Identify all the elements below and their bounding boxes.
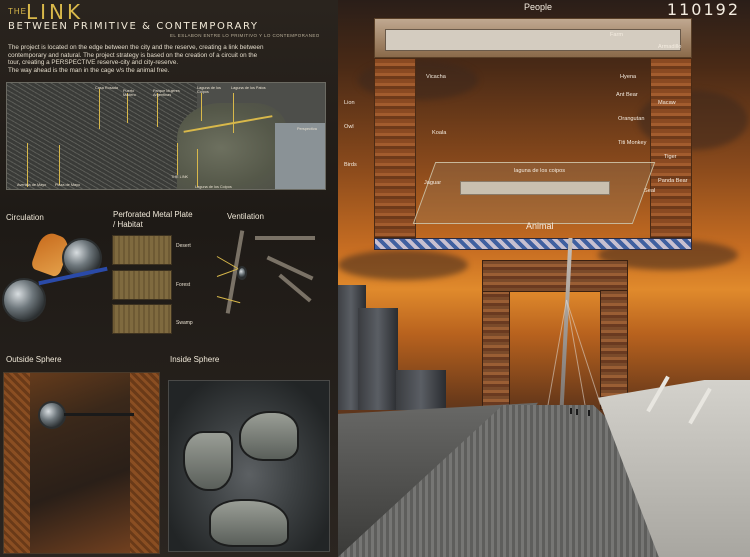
inside-sphere-render [168, 380, 330, 552]
sphere-window [239, 411, 299, 461]
map-leader [127, 93, 128, 123]
ventilation-title: Ventilation [227, 212, 264, 221]
city-grid [7, 83, 197, 189]
map-leader [27, 143, 28, 187]
outside-sphere-render [3, 372, 160, 554]
map-leader [201, 93, 202, 121]
cross-section: Vicacha Lion Owl Koala Birds Jaguar Farm… [344, 18, 692, 250]
title-the: THE [8, 7, 27, 16]
description-line: The way ahead is the man in the cage v/s… [8, 66, 170, 74]
sphere-icon [237, 266, 247, 280]
title-spanish: EL ESLABON ENTRE LO PRIMITIVO Y LO CONTE… [170, 33, 320, 38]
plate-forest [112, 270, 172, 300]
arch-top-beam [482, 260, 628, 292]
project-description: The project is located on the edge betwe… [8, 44, 333, 74]
animal-label: Armadillo [658, 44, 682, 50]
map-leader [197, 149, 198, 187]
map-leader [157, 93, 158, 127]
description-line: tour, creating a PERSPECTIVE reserve-cit… [8, 59, 179, 67]
plate-desert [112, 235, 172, 265]
animal-label: Farm [610, 32, 624, 38]
animal-label: Jaguar [424, 180, 442, 186]
sphere-icon [38, 401, 66, 429]
vent-slope [266, 255, 314, 281]
animal-label: Orangutan [618, 116, 645, 122]
pedestrian [576, 409, 578, 415]
animal-label: Tiger [664, 154, 677, 160]
map-label: Avenida de Mayo [17, 183, 47, 187]
map-leader [177, 143, 178, 175]
habitat-title: / Habitat [113, 220, 143, 229]
lagoon-label: laguna de los coipos [514, 168, 566, 174]
animal-label: Macaw [658, 100, 676, 106]
inside-sphere-title: Inside Sphere [170, 355, 220, 364]
plate-label-swamp: Swamp [176, 320, 193, 326]
map-label: Plaza de Mayo [55, 183, 81, 187]
rust-panel [4, 373, 30, 553]
animal-label: Ant Bear [616, 92, 638, 98]
map-label: Laguna de los Coipos [195, 185, 232, 189]
animal-label: Birds [344, 162, 357, 168]
description-line: contemporary and natural. The project st… [8, 51, 258, 59]
circulation-title: Circulation [6, 213, 44, 222]
beam-interior [385, 29, 681, 51]
animal-label: Koala [432, 130, 447, 136]
animal-label: Lion [344, 100, 355, 106]
right-leg [650, 58, 692, 238]
left-leg [374, 58, 416, 238]
plate-label-forest: Forest [176, 282, 191, 288]
animal-label: Vicacha [426, 74, 446, 80]
lagoon-bridge [460, 181, 610, 195]
track-rail [64, 413, 134, 416]
rust-panel [130, 373, 159, 553]
animal-label: Panda Bear [658, 178, 688, 184]
map-label: THE LINK [171, 175, 189, 179]
cloud [338, 250, 468, 280]
map-label: Casa Rosada [95, 86, 119, 90]
map-label: Puerto Madero [123, 89, 136, 97]
river [275, 123, 325, 189]
map-leader [99, 89, 100, 129]
title-subtitle: BETWEEN PRIMITIVE & CONTEMPORARY [8, 21, 259, 32]
building [358, 308, 398, 410]
pedestrian [570, 408, 572, 414]
building [396, 370, 446, 410]
map-leader [59, 145, 60, 185]
animal-label: Titi Monkey [618, 140, 647, 146]
vent-roof [255, 236, 315, 240]
map-label: Perspectiva [297, 127, 317, 131]
render-panel: 110192 People Vicacha Lion Owl Koala Bir… [338, 0, 750, 557]
sphere-window [209, 499, 289, 547]
project-code: 110192 [666, 0, 740, 19]
map-leader [233, 93, 234, 133]
description-line: The project is located on the edge betwe… [8, 44, 264, 51]
arch-right-leg [600, 290, 628, 410]
sphere-window [183, 431, 233, 491]
map-label: Laguna de los Coipos [197, 86, 221, 94]
animal-label: Hyena [620, 74, 637, 80]
map-label: Parque Mujeres Argentinas [153, 89, 180, 97]
info-panel: THE LINK BETWEEN PRIMITIVE & CONTEMPORAR… [0, 0, 338, 557]
map-label: Laguna de los Patos [231, 86, 266, 90]
plate-title: Perforated Metal Plate [113, 210, 193, 219]
ventilation-diagram [215, 226, 327, 326]
animal-label: Owl [344, 124, 354, 130]
animal-label: Seal [644, 188, 656, 194]
plate-swamp [112, 304, 172, 334]
bridge-cable [566, 299, 601, 405]
people-label: People [524, 2, 553, 12]
pedestrian [588, 410, 590, 416]
animal-label-main: Animal [526, 221, 554, 231]
site-map: Casa Rosada Puerto Madero Parque Mujeres… [6, 82, 326, 190]
plate-label-desert: Desert [176, 243, 191, 249]
top-beam [374, 18, 692, 58]
base-truss [374, 238, 692, 250]
circulation-diagram [2, 230, 108, 327]
outside-sphere-title: Outside Sphere [6, 355, 62, 364]
